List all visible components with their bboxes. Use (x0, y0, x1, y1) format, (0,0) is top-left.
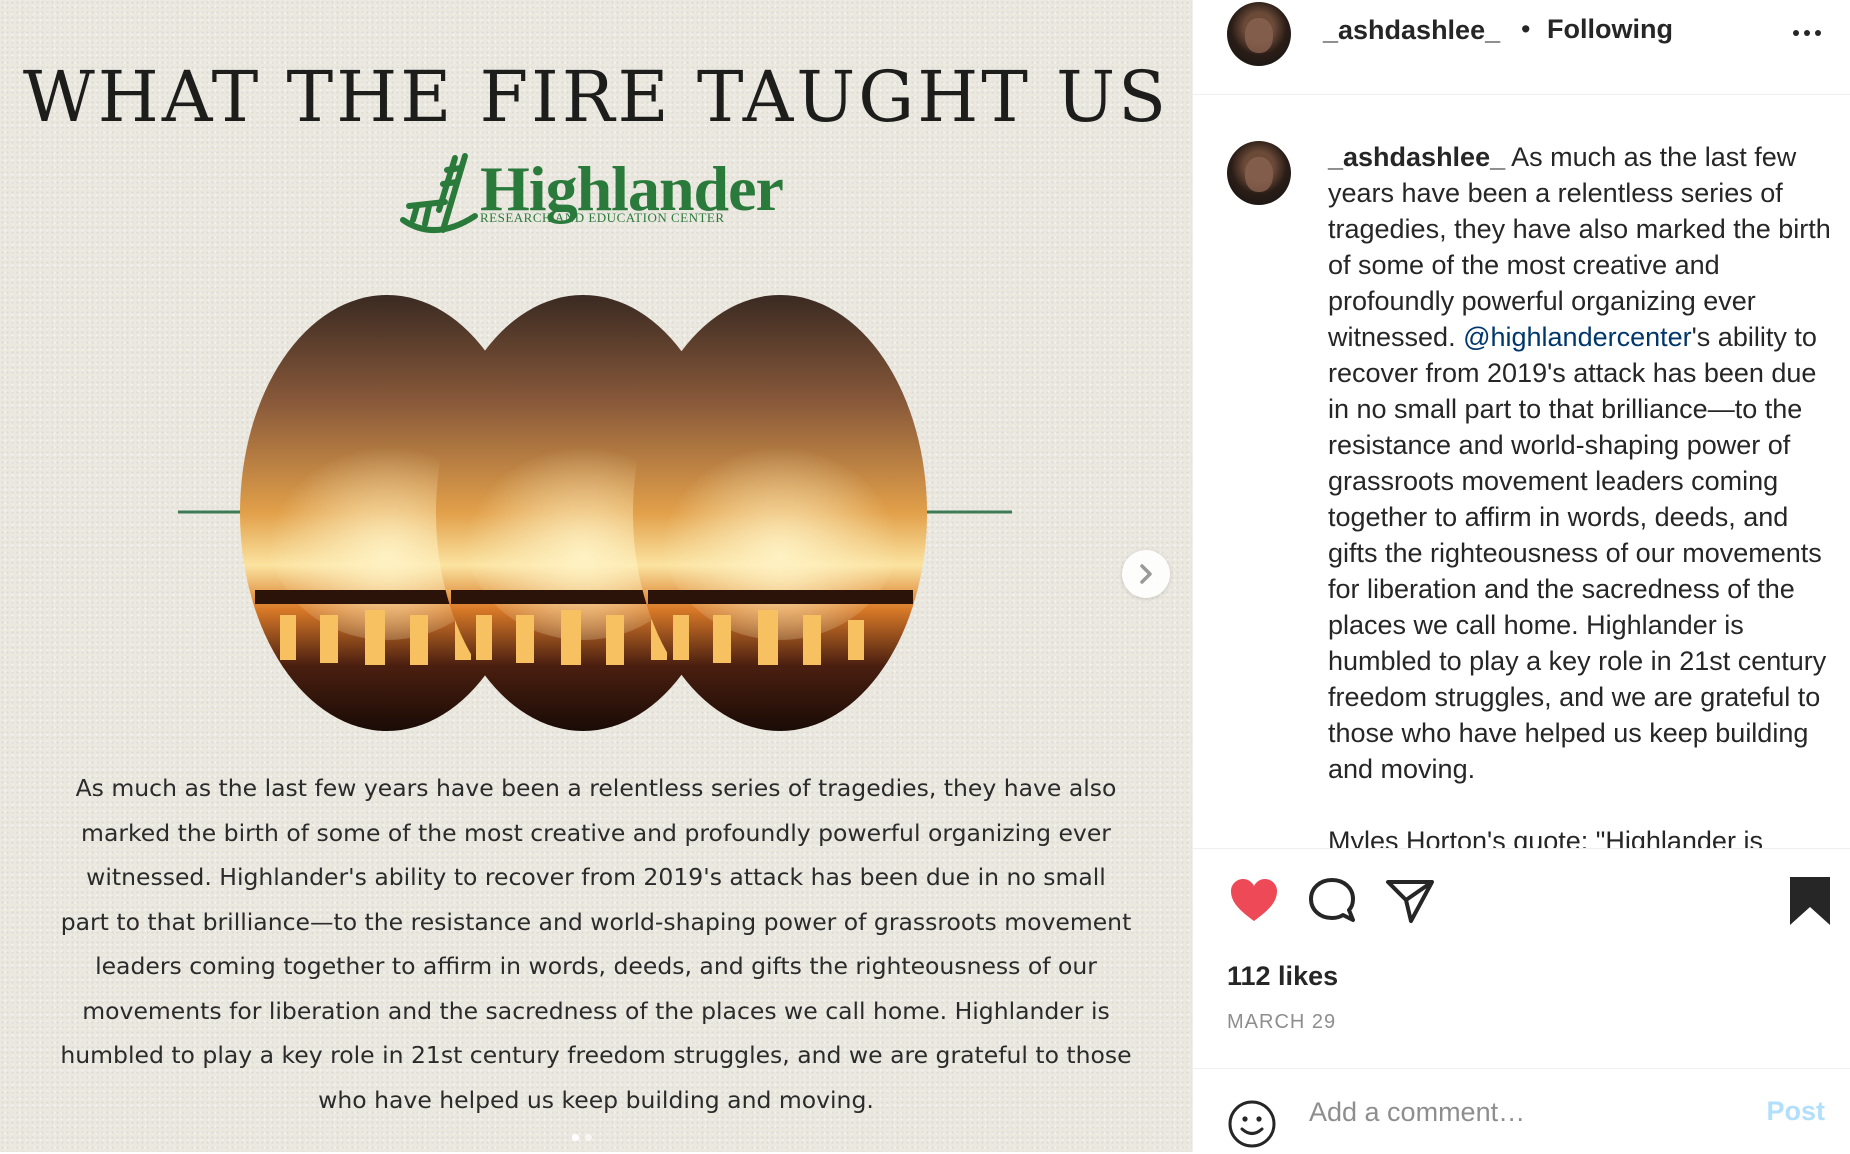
burning-building-art (178, 295, 1012, 731)
post-sidebar: _ashdashlee_ • Following _ashdashlee_ As… (1192, 0, 1850, 1152)
rocking-chair-icon (400, 153, 478, 233)
dot-icon (1815, 30, 1821, 36)
post-comment-button[interactable]: Post (1766, 1096, 1825, 1127)
comment-input[interactable] (1307, 1091, 1751, 1133)
following-button[interactable]: Following (1547, 14, 1673, 45)
logo-subtitle: Research and Education Center (480, 210, 725, 225)
like-button[interactable] (1229, 877, 1279, 928)
share-button[interactable] (1385, 877, 1435, 930)
post-image[interactable]: WHAT THE FIRE TAUGHT US Highlander Resea… (0, 0, 1192, 1152)
dot-icon (1793, 30, 1799, 36)
caption-continued-text: Myles Horton's quote: "Highlander is (1328, 826, 1763, 848)
chevron-right-icon (1140, 564, 1152, 584)
dot-icon (1804, 30, 1810, 36)
comment-button[interactable] (1307, 877, 1357, 930)
send-icon (1386, 880, 1434, 923)
carousel-dot (585, 1134, 592, 1141)
post-quote: As much as the last few years have been … (60, 774, 1132, 1114)
save-button[interactable] (1787, 875, 1833, 932)
post-header: _ashdashlee_ • Following (1193, 0, 1850, 95)
carousel-next-button[interactable] (1122, 550, 1170, 598)
caption: _ashdashlee_ As much as the last few yea… (1328, 139, 1838, 848)
avatar[interactable] (1227, 2, 1291, 66)
smiley-icon (1228, 1100, 1276, 1148)
action-bar: 112 likes MARCH 29 (1193, 848, 1850, 1069)
caption-text: As much as the last few years have been … (1328, 142, 1831, 352)
header-separator: • (1521, 14, 1531, 44)
mention-link[interactable]: @highlandercenter (1463, 322, 1692, 352)
post-date: MARCH 29 (1227, 1011, 1337, 1033)
more-options-button[interactable] (1793, 24, 1821, 42)
likes-count[interactable]: 112 likes (1227, 961, 1338, 992)
header-username[interactable]: _ashdashlee_ (1323, 15, 1500, 46)
post-headline: WHAT THE FIRE TAUGHT US (22, 56, 1170, 138)
bookmark-icon (1790, 877, 1830, 925)
caption-username[interactable]: _ashdashlee_ (1328, 142, 1505, 172)
avatar[interactable] (1227, 141, 1291, 205)
highlander-logo: Highlander Research and Education Center (395, 150, 815, 260)
emoji-button[interactable] (1227, 1099, 1277, 1154)
heart-icon (1231, 879, 1277, 921)
carousel-indicator (572, 1134, 592, 1141)
comment-bar: Post (1193, 1068, 1850, 1153)
comment-icon (1309, 878, 1355, 922)
comments-area[interactable]: _ashdashlee_ As much as the last few yea… (1193, 95, 1850, 848)
caption-text: 's ability to recover from 2019's attack… (1328, 322, 1827, 784)
carousel-dot (572, 1134, 579, 1141)
